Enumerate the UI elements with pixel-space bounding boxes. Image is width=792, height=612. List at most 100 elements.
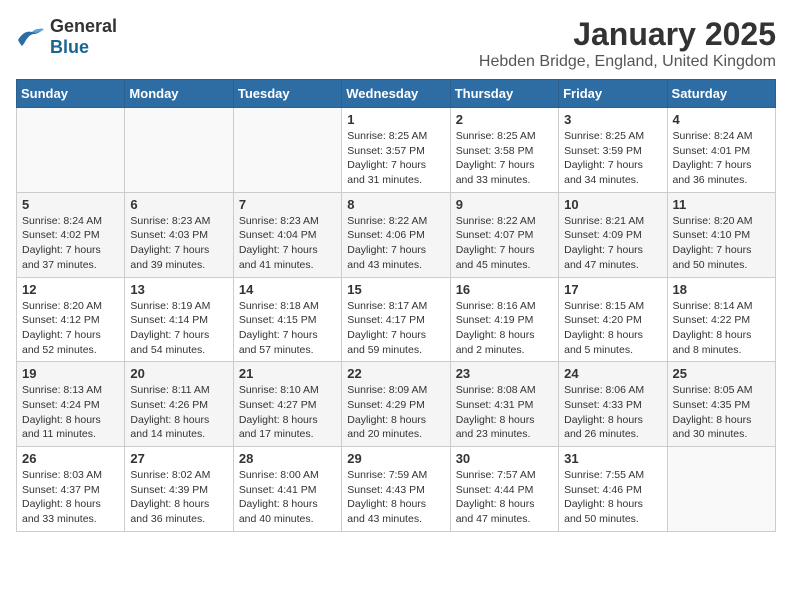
daylight-text: Daylight: 7 hours and 36 minutes. (673, 158, 770, 187)
calendar-cell (125, 108, 233, 193)
sunrise-text: Sunrise: 8:23 AM (130, 214, 227, 229)
calendar-cell: 14Sunrise: 8:18 AMSunset: 4:15 PMDayligh… (233, 277, 341, 362)
sunset-text: Sunset: 4:43 PM (347, 483, 444, 498)
calendar-cell: 1Sunrise: 8:25 AMSunset: 3:57 PMDaylight… (342, 108, 450, 193)
sunset-text: Sunset: 3:58 PM (456, 144, 553, 159)
daylight-text: Daylight: 7 hours and 45 minutes. (456, 243, 553, 272)
sunset-text: Sunset: 4:20 PM (564, 313, 661, 328)
calendar-header-friday: Friday (559, 80, 667, 108)
logo-text: General Blue (50, 16, 117, 58)
calendar-cell: 19Sunrise: 8:13 AMSunset: 4:24 PMDayligh… (17, 362, 125, 447)
sunset-text: Sunset: 4:19 PM (456, 313, 553, 328)
page-header: General Blue January 2025 Hebden Bridge,… (16, 16, 776, 71)
sunrise-text: Sunrise: 8:24 AM (673, 129, 770, 144)
daylight-text: Daylight: 8 hours and 26 minutes. (564, 413, 661, 442)
day-number: 10 (564, 197, 661, 212)
calendar-cell: 11Sunrise: 8:20 AMSunset: 4:10 PMDayligh… (667, 192, 775, 277)
calendar-cell: 15Sunrise: 8:17 AMSunset: 4:17 PMDayligh… (342, 277, 450, 362)
daylight-text: Daylight: 7 hours and 50 minutes. (673, 243, 770, 272)
logo: General Blue (16, 16, 117, 58)
day-number: 27 (130, 451, 227, 466)
sunrise-text: Sunrise: 8:25 AM (456, 129, 553, 144)
calendar-cell: 2Sunrise: 8:25 AMSunset: 3:58 PMDaylight… (450, 108, 558, 193)
calendar-cell: 30Sunrise: 7:57 AMSunset: 4:44 PMDayligh… (450, 447, 558, 532)
sunrise-text: Sunrise: 8:23 AM (239, 214, 336, 229)
calendar-header-thursday: Thursday (450, 80, 558, 108)
day-number: 29 (347, 451, 444, 466)
sunset-text: Sunset: 4:37 PM (22, 483, 119, 498)
daylight-text: Daylight: 8 hours and 23 minutes. (456, 413, 553, 442)
calendar-cell: 21Sunrise: 8:10 AMSunset: 4:27 PMDayligh… (233, 362, 341, 447)
daylight-text: Daylight: 8 hours and 20 minutes. (347, 413, 444, 442)
sunset-text: Sunset: 4:26 PM (130, 398, 227, 413)
sunset-text: Sunset: 4:29 PM (347, 398, 444, 413)
calendar-cell: 12 Sunrise: 8:20 AMSunset: 4:12 PMDayligh… (17, 277, 125, 362)
sunrise-text: Sunrise: 8:24 AM (22, 214, 119, 229)
day-number: 8 (347, 197, 444, 212)
sunset-text: Sunset: 4:06 PM (347, 228, 444, 243)
calendar-cell: 10 Sunrise: 8:21 AMSunset: 4:09 PMDayligh… (559, 192, 667, 277)
sunset-text: Sunset: 4:14 PM (130, 313, 227, 328)
sunset-text: Sunset: 4:03 PM (130, 228, 227, 243)
sunrise-text: Sunrise: 7:59 AM (347, 468, 444, 483)
calendar-cell: 20Sunrise: 8:11 AMSunset: 4:26 PMDayligh… (125, 362, 233, 447)
sunset-text: Sunset: 4:27 PM (239, 398, 336, 413)
day-info: Sunrise: 8:22 AMSunset: 4:07 PMDaylight:… (456, 214, 553, 273)
sunrise-text: Sunrise: 8:25 AM (564, 129, 661, 144)
sunrise-text: Sunrise: 8:21 AM (564, 214, 661, 229)
day-info: Sunrise: 8:14 AMSunset: 4:22 PMDaylight:… (673, 299, 770, 358)
sunrise-text: Sunrise: 8:08 AM (456, 383, 553, 398)
day-info: Sunrise: 8:09 AMSunset: 4:29 PMDaylight:… (347, 383, 444, 442)
calendar-cell: 22 Sunrise: 8:09 AMSunset: 4:29 PMDayligh… (342, 362, 450, 447)
sunset-text: Sunset: 4:35 PM (673, 398, 770, 413)
daylight-text: Daylight: 8 hours and 2 minutes. (456, 328, 553, 357)
daylight-text: Daylight: 8 hours and 40 minutes. (239, 497, 336, 526)
daylight-text: Daylight: 7 hours and 52 minutes. (22, 328, 119, 357)
calendar-cell: 29Sunrise: 7:59 AMSunset: 4:43 PMDayligh… (342, 447, 450, 532)
calendar-cell: 31Sunrise: 7:55 AMSunset: 4:46 PMDayligh… (559, 447, 667, 532)
calendar-cell (233, 108, 341, 193)
calendar-cell: 4Sunrise: 8:24 AMSunset: 4:01 PMDaylight… (667, 108, 775, 193)
calendar-cell: 17Sunrise: 8:15 AMSunset: 4:20 PMDayligh… (559, 277, 667, 362)
day-info: Sunrise: 8:21 AMSunset: 4:09 PMDaylight:… (564, 214, 661, 273)
daylight-text: Daylight: 7 hours and 39 minutes. (130, 243, 227, 272)
sunrise-text: Sunrise: 8:03 AM (22, 468, 119, 483)
day-info: Sunrise: 8:08 AMSunset: 4:31 PMDaylight:… (456, 383, 553, 442)
day-info: Sunrise: 8:25 AMSunset: 3:59 PMDaylight:… (564, 129, 661, 188)
day-info: Sunrise: 8:20 AMSunset: 4:12 PMDaylight:… (22, 299, 119, 358)
calendar-week-row: 19Sunrise: 8:13 AMSunset: 4:24 PMDayligh… (17, 362, 776, 447)
sunrise-text: Sunrise: 8:18 AM (239, 299, 336, 314)
sunset-text: Sunset: 4:04 PM (239, 228, 336, 243)
daylight-text: Daylight: 8 hours and 50 minutes. (564, 497, 661, 526)
day-number: 9 (456, 197, 553, 212)
sunrise-text: Sunrise: 8:22 AM (456, 214, 553, 229)
day-number: 5 (22, 197, 119, 212)
daylight-text: Daylight: 8 hours and 11 minutes. (22, 413, 119, 442)
calendar-cell: 5 Sunrise: 8:24 AMSunset: 4:02 PMDaylight… (17, 192, 125, 277)
daylight-text: Daylight: 7 hours and 54 minutes. (130, 328, 227, 357)
calendar-cell: 8Sunrise: 8:22 AMSunset: 4:06 PMDaylight… (342, 192, 450, 277)
sunset-text: Sunset: 4:02 PM (22, 228, 119, 243)
sunrise-text: Sunrise: 7:55 AM (564, 468, 661, 483)
day-info: Sunrise: 8:00 AMSunset: 4:41 PMDaylight:… (239, 468, 336, 527)
calendar-cell: 26Sunrise: 8:03 AMSunset: 4:37 PMDayligh… (17, 447, 125, 532)
sunrise-text: Sunrise: 8:20 AM (22, 299, 119, 314)
sunrise-text: Sunrise: 8:13 AM (22, 383, 119, 398)
day-number: 12 (22, 282, 119, 297)
day-info: Sunrise: 8:11 AMSunset: 4:26 PMDaylight:… (130, 383, 227, 442)
sunset-text: Sunset: 4:41 PM (239, 483, 336, 498)
day-info: Sunrise: 8:15 AMSunset: 4:20 PMDaylight:… (564, 299, 661, 358)
sunrise-text: Sunrise: 7:57 AM (456, 468, 553, 483)
daylight-text: Daylight: 8 hours and 8 minutes. (673, 328, 770, 357)
logo-bird-icon (16, 26, 46, 48)
calendar-cell: 24Sunrise: 8:06 AMSunset: 4:33 PMDayligh… (559, 362, 667, 447)
daylight-text: Daylight: 7 hours and 37 minutes. (22, 243, 119, 272)
day-number: 22 (347, 366, 444, 381)
sunset-text: Sunset: 4:10 PM (673, 228, 770, 243)
sunset-text: Sunset: 4:44 PM (456, 483, 553, 498)
sunset-text: Sunset: 4:24 PM (22, 398, 119, 413)
daylight-text: Daylight: 7 hours and 43 minutes. (347, 243, 444, 272)
day-number: 24 (564, 366, 661, 381)
sunrise-text: Sunrise: 8:20 AM (673, 214, 770, 229)
day-number: 3 (564, 112, 661, 127)
